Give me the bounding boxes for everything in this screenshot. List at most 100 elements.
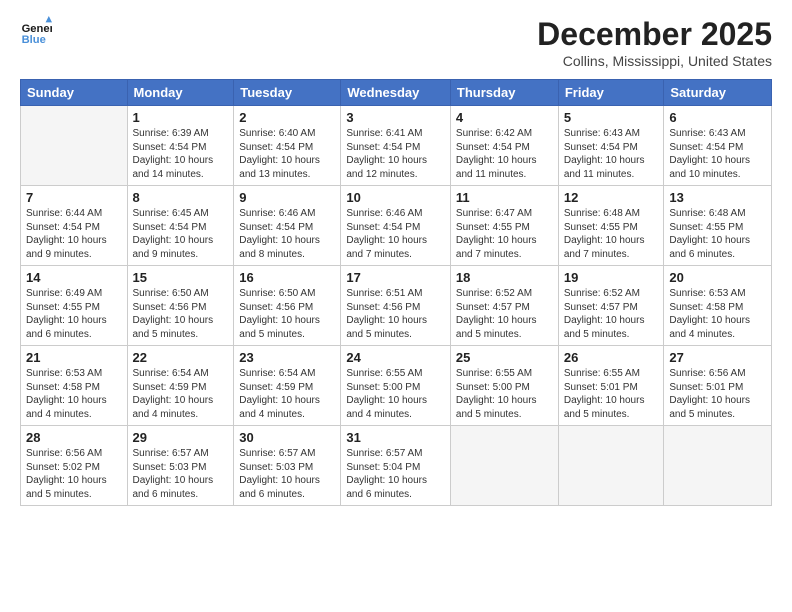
calendar-day: 20 Sunrise: 6:53 AM Sunset: 4:58 PM Dayli… (664, 266, 772, 346)
calendar-day: 21 Sunrise: 6:53 AM Sunset: 4:58 PM Dayli… (21, 346, 128, 426)
day-number: 3 (346, 110, 445, 125)
day-number: 16 (239, 270, 335, 285)
day-info: Sunrise: 6:53 AM Sunset: 4:58 PM Dayligh… (26, 367, 122, 421)
calendar-day: 7 Sunrise: 6:44 AM Sunset: 4:54 PM Daylig… (21, 186, 128, 266)
svg-text:Blue: Blue (22, 34, 46, 46)
calendar-day: 19Sunrise: 6:52 AM Sunset: 4:57 PM Dayli… (558, 266, 664, 346)
calendar-day: 31Sunrise: 6:57 AM Sunset: 5:04 PM Dayli… (341, 426, 451, 506)
day-number: 20 (669, 270, 766, 285)
day-info: Sunrise: 6:53 AM Sunset: 4:58 PM Dayligh… (669, 287, 766, 341)
day-number: 6 (669, 110, 766, 125)
title-block: December 2025 Collins, Mississippi, Unit… (537, 16, 772, 69)
day-number: 21 (26, 350, 122, 365)
day-info: Sunrise: 6:45 AM Sunset: 4:54 PM Dayligh… (133, 207, 229, 261)
day-number: 12 (564, 190, 659, 205)
day-number: 2 (239, 110, 335, 125)
calendar-day (21, 106, 128, 186)
col-saturday: Saturday (664, 80, 772, 106)
col-monday: Monday (127, 80, 234, 106)
day-info: Sunrise: 6:54 AM Sunset: 4:59 PM Dayligh… (239, 367, 335, 421)
col-thursday: Thursday (450, 80, 558, 106)
day-info: Sunrise: 6:56 AM Sunset: 5:01 PM Dayligh… (669, 367, 766, 421)
calendar-day: 9Sunrise: 6:46 AM Sunset: 4:54 PM Daylig… (234, 186, 341, 266)
svg-text:General: General (22, 23, 52, 35)
calendar-day: 17Sunrise: 6:51 AM Sunset: 4:56 PM Dayli… (341, 266, 451, 346)
day-number: 8 (133, 190, 229, 205)
day-info: Sunrise: 6:57 AM Sunset: 5:03 PM Dayligh… (239, 447, 335, 501)
calendar-day (558, 426, 664, 506)
day-info: Sunrise: 6:52 AM Sunset: 4:57 PM Dayligh… (564, 287, 659, 341)
calendar-day: 8 Sunrise: 6:45 AM Sunset: 4:54 PM Daylig… (127, 186, 234, 266)
calendar-day: 12Sunrise: 6:48 AM Sunset: 4:55 PM Dayli… (558, 186, 664, 266)
calendar-day: 13Sunrise: 6:48 AM Sunset: 4:55 PM Dayli… (664, 186, 772, 266)
day-info: Sunrise: 6:52 AM Sunset: 4:57 PM Dayligh… (456, 287, 553, 341)
calendar-day: 1Sunrise: 6:39 AM Sunset: 4:54 PM Daylig… (127, 106, 234, 186)
calendar-day: 25 Sunrise: 6:55 AM Sunset: 5:00 PM Dayli… (450, 346, 558, 426)
day-number: 26 (564, 350, 659, 365)
day-number: 30 (239, 430, 335, 445)
calendar-day: 29 Sunrise: 6:57 AM Sunset: 5:03 PM Dayli… (127, 426, 234, 506)
calendar-day: 11 Sunrise: 6:47 AM Sunset: 4:55 PM Dayli… (450, 186, 558, 266)
day-info: Sunrise: 6:39 AM Sunset: 4:54 PM Dayligh… (133, 127, 229, 181)
calendar-day: 10 Sunrise: 6:46 AM Sunset: 4:54 PM Dayli… (341, 186, 451, 266)
calendar-day: 16 Sunrise: 6:50 AM Sunset: 4:56 PM Dayli… (234, 266, 341, 346)
day-info: Sunrise: 6:44 AM Sunset: 4:54 PM Dayligh… (26, 207, 122, 261)
calendar-day: 30 Sunrise: 6:57 AM Sunset: 5:03 PM Dayli… (234, 426, 341, 506)
subtitle: Collins, Mississippi, United States (537, 53, 772, 69)
col-sunday: Sunday (21, 80, 128, 106)
header: General Blue December 2025 Collins, Miss… (20, 16, 772, 69)
day-number: 10 (346, 190, 445, 205)
calendar-day: 23 Sunrise: 6:54 AM Sunset: 4:59 PM Dayli… (234, 346, 341, 426)
calendar-day: 4Sunrise: 6:42 AM Sunset: 4:54 PM Daylig… (450, 106, 558, 186)
logo: General Blue (20, 16, 56, 48)
day-number: 15 (133, 270, 229, 285)
calendar-table: Sunday Monday Tuesday Wednesday Thursday… (20, 79, 772, 506)
col-wednesday: Wednesday (341, 80, 451, 106)
col-tuesday: Tuesday (234, 80, 341, 106)
day-info: Sunrise: 6:43 AM Sunset: 4:54 PM Dayligh… (564, 127, 659, 181)
day-number: 18 (456, 270, 553, 285)
calendar-day: 3 Sunrise: 6:41 AM Sunset: 4:54 PM Daylig… (341, 106, 451, 186)
calendar-week-4: 28 Sunrise: 6:56 AM Sunset: 5:02 PM Dayli… (21, 426, 772, 506)
day-number: 11 (456, 190, 553, 205)
day-number: 23 (239, 350, 335, 365)
day-number: 28 (26, 430, 122, 445)
calendar-day: 6Sunrise: 6:43 AM Sunset: 4:54 PM Daylig… (664, 106, 772, 186)
day-info: Sunrise: 6:42 AM Sunset: 4:54 PM Dayligh… (456, 127, 553, 181)
calendar-day: 14 Sunrise: 6:49 AM Sunset: 4:55 PM Dayli… (21, 266, 128, 346)
calendar-day: 24Sunrise: 6:55 AM Sunset: 5:00 PM Dayli… (341, 346, 451, 426)
day-info: Sunrise: 6:49 AM Sunset: 4:55 PM Dayligh… (26, 287, 122, 341)
day-number: 13 (669, 190, 766, 205)
day-info: Sunrise: 6:57 AM Sunset: 5:03 PM Dayligh… (133, 447, 229, 501)
day-info: Sunrise: 6:55 AM Sunset: 5:00 PM Dayligh… (456, 367, 553, 421)
calendar-week-0: 1Sunrise: 6:39 AM Sunset: 4:54 PM Daylig… (21, 106, 772, 186)
day-info: Sunrise: 6:40 AM Sunset: 4:54 PM Dayligh… (239, 127, 335, 181)
calendar-day: 28 Sunrise: 6:56 AM Sunset: 5:02 PM Dayli… (21, 426, 128, 506)
calendar-week-2: 14 Sunrise: 6:49 AM Sunset: 4:55 PM Dayli… (21, 266, 772, 346)
day-info: Sunrise: 6:47 AM Sunset: 4:55 PM Dayligh… (456, 207, 553, 261)
main-title: December 2025 (537, 16, 772, 53)
calendar-header-row: Sunday Monday Tuesday Wednesday Thursday… (21, 80, 772, 106)
day-info: Sunrise: 6:56 AM Sunset: 5:02 PM Dayligh… (26, 447, 122, 501)
day-info: Sunrise: 6:57 AM Sunset: 5:04 PM Dayligh… (346, 447, 445, 501)
day-number: 14 (26, 270, 122, 285)
day-number: 22 (133, 350, 229, 365)
day-number: 25 (456, 350, 553, 365)
calendar-day: 26 Sunrise: 6:55 AM Sunset: 5:01 PM Dayli… (558, 346, 664, 426)
calendar-day: 22Sunrise: 6:54 AM Sunset: 4:59 PM Dayli… (127, 346, 234, 426)
day-number: 17 (346, 270, 445, 285)
day-number: 5 (564, 110, 659, 125)
calendar-day: 18 Sunrise: 6:52 AM Sunset: 4:57 PM Dayli… (450, 266, 558, 346)
calendar-day: 2 Sunrise: 6:40 AM Sunset: 4:54 PM Daylig… (234, 106, 341, 186)
day-info: Sunrise: 6:55 AM Sunset: 5:00 PM Dayligh… (346, 367, 445, 421)
day-info: Sunrise: 6:50 AM Sunset: 4:56 PM Dayligh… (239, 287, 335, 341)
day-info: Sunrise: 6:41 AM Sunset: 4:54 PM Dayligh… (346, 127, 445, 181)
calendar-week-3: 21 Sunrise: 6:53 AM Sunset: 4:58 PM Dayli… (21, 346, 772, 426)
day-number: 29 (133, 430, 229, 445)
day-info: Sunrise: 6:55 AM Sunset: 5:01 PM Dayligh… (564, 367, 659, 421)
calendar-day: 5 Sunrise: 6:43 AM Sunset: 4:54 PM Daylig… (558, 106, 664, 186)
calendar-day: 27 Sunrise: 6:56 AM Sunset: 5:01 PM Dayli… (664, 346, 772, 426)
day-info: Sunrise: 6:46 AM Sunset: 4:54 PM Dayligh… (346, 207, 445, 261)
day-number: 27 (669, 350, 766, 365)
day-number: 7 (26, 190, 122, 205)
